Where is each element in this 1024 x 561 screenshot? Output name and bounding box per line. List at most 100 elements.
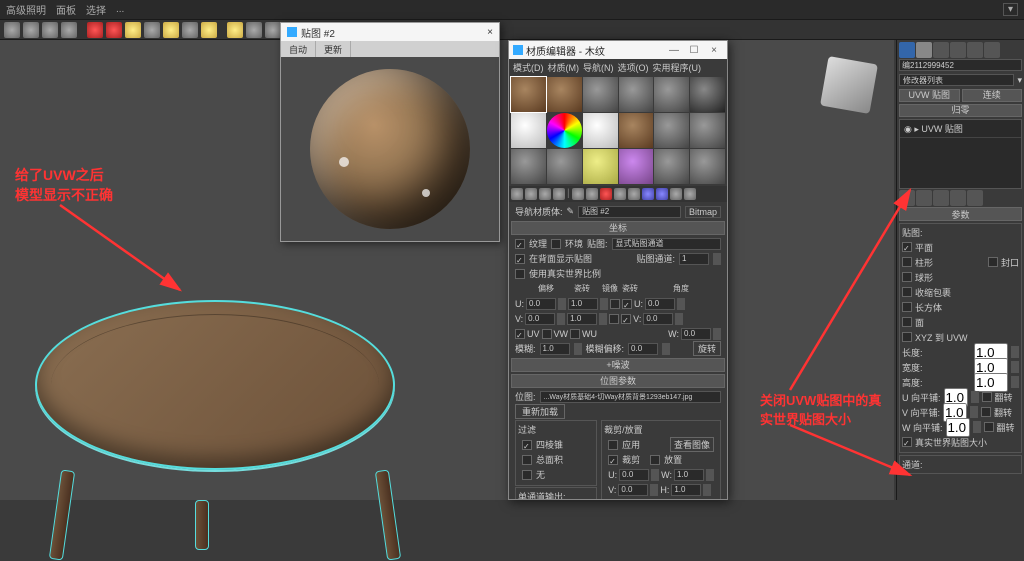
spinner-icon[interactable] (713, 328, 721, 340)
radio-place[interactable] (650, 455, 660, 465)
table-mesh[interactable] (25, 300, 415, 520)
menu-nav[interactable]: 导航(N) (583, 61, 614, 74)
u-offset[interactable] (526, 298, 556, 310)
w-angle[interactable] (681, 328, 711, 340)
tool-icon[interactable] (265, 22, 281, 38)
radio-xyz[interactable] (902, 332, 912, 342)
radio-shrink[interactable] (902, 287, 912, 297)
spinner-icon[interactable] (1011, 376, 1019, 388)
stack-icon[interactable] (933, 190, 949, 206)
tool-icon[interactable] (642, 188, 654, 200)
v-angle[interactable] (643, 313, 673, 325)
radio-sum[interactable] (522, 455, 532, 465)
section-coords[interactable]: 坐标 (511, 221, 725, 235)
object-name-input[interactable] (899, 59, 1022, 71)
cb-u-mirror[interactable] (610, 299, 620, 309)
radio-plane[interactable] (902, 242, 912, 252)
spinner-icon[interactable] (970, 406, 978, 418)
cb-apply[interactable] (608, 440, 618, 450)
modify-tab-icon[interactable] (916, 42, 932, 58)
swatch[interactable] (654, 149, 689, 184)
tab-update[interactable]: 更新 (316, 41, 351, 57)
tool-icon[interactable] (42, 22, 58, 38)
v-tiling[interactable] (567, 313, 597, 325)
v-offset[interactable] (525, 313, 555, 325)
radio-sphere[interactable] (902, 272, 912, 282)
swatch[interactable] (654, 77, 689, 112)
spinner-icon[interactable] (650, 484, 658, 496)
rotate-button[interactable]: 旋转 (693, 341, 721, 356)
config-icon[interactable] (967, 190, 983, 206)
method-button[interactable]: 连续 (962, 89, 1023, 102)
close-icon[interactable]: × (487, 27, 493, 38)
blur-offset-input[interactable] (628, 343, 658, 355)
tool-icon[interactable] (182, 22, 198, 38)
menu-item[interactable]: 高级照明 (6, 2, 46, 17)
menu-mode[interactable]: 模式(D) (513, 61, 544, 74)
spinner-icon[interactable] (971, 391, 979, 403)
close-icon[interactable]: × (705, 45, 723, 56)
tool-icon[interactable] (227, 22, 243, 38)
tool-icon[interactable] (23, 22, 39, 38)
radio-uv[interactable] (515, 329, 525, 339)
utilities-tab-icon[interactable] (984, 42, 1000, 58)
tool-icon[interactable] (61, 22, 77, 38)
spinner-icon[interactable] (557, 313, 565, 325)
modifier-stack[interactable]: ◉ ▸ UVW 贴图 (899, 119, 1022, 189)
tool-icon[interactable] (525, 188, 537, 200)
cb-vflip[interactable] (981, 407, 991, 417)
tool-icon[interactable] (600, 188, 612, 200)
swatch[interactable] (583, 113, 618, 148)
swatch[interactable] (619, 77, 654, 112)
reset-button[interactable]: 归零 (899, 104, 1022, 117)
crop-h[interactable] (671, 484, 701, 496)
modifier-list-dropdown[interactable]: 修改器列表 (899, 74, 1014, 86)
light-icon[interactable] (125, 22, 141, 38)
swatch[interactable] (547, 77, 582, 112)
tool-icon[interactable] (628, 188, 640, 200)
spinner-icon[interactable] (558, 298, 566, 310)
spinner-icon[interactable] (677, 298, 685, 310)
cb-realworld-size[interactable] (902, 437, 912, 447)
pin-icon[interactable] (899, 190, 915, 206)
section-bitmap[interactable]: 位图参数 (511, 374, 725, 388)
radio-pyramid[interactable] (522, 440, 532, 450)
minimize-icon[interactable]: — (665, 45, 683, 56)
dropdown-icon[interactable]: ▾ (1017, 75, 1022, 86)
swatch[interactable] (654, 113, 689, 148)
radio-crop[interactable] (608, 455, 618, 465)
swatch[interactable] (619, 149, 654, 184)
spinner-icon[interactable] (713, 253, 721, 265)
spinner-icon[interactable] (675, 313, 683, 325)
menu-item[interactable]: 选择 (86, 2, 106, 17)
spinner-icon[interactable] (1011, 361, 1019, 373)
tool-icon[interactable] (4, 22, 20, 38)
cb-wflip[interactable] (984, 422, 994, 432)
uvw-map-button[interactable]: UVW 贴图 (899, 89, 960, 102)
stack-icon[interactable] (916, 190, 932, 206)
map-channel-input[interactable] (679, 253, 709, 265)
crop-u[interactable] (619, 469, 649, 481)
spinner-icon[interactable] (651, 469, 659, 481)
display-tab-icon[interactable] (967, 42, 983, 58)
spinner-icon[interactable] (662, 343, 670, 355)
radio-wu[interactable] (570, 329, 580, 339)
swatch[interactable] (619, 113, 654, 148)
material-name-dropdown[interactable]: 贴图 #2 (578, 206, 681, 218)
swatch[interactable] (690, 113, 725, 148)
spinner-icon[interactable] (600, 298, 608, 310)
spinner-icon[interactable] (703, 484, 711, 496)
hierarchy-tab-icon[interactable] (933, 42, 949, 58)
tool-icon[interactable] (511, 188, 523, 200)
swatch[interactable] (690, 149, 725, 184)
spinner-icon[interactable] (574, 343, 582, 355)
tool-icon[interactable] (572, 188, 584, 200)
swatch[interactable] (583, 149, 618, 184)
menu-item[interactable]: ... (116, 4, 124, 15)
wtile-input[interactable] (946, 418, 970, 437)
swatch[interactable] (547, 149, 582, 184)
stack-item-uvw[interactable]: ◉ ▸ UVW 贴图 (900, 120, 1021, 138)
blur-input[interactable] (540, 343, 570, 355)
menu-material[interactable]: 材质(M) (548, 61, 580, 74)
radio-box[interactable] (902, 302, 912, 312)
